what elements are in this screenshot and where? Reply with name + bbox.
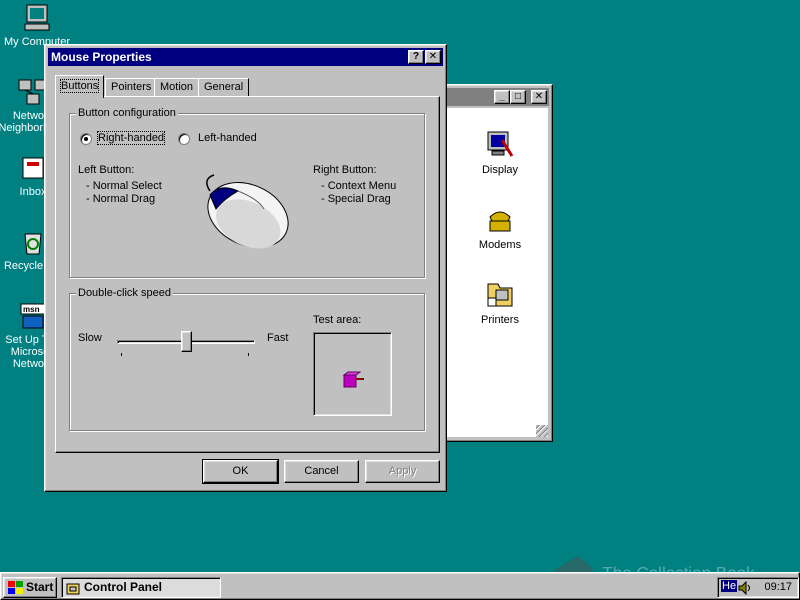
dialog-titlebar[interactable]: Mouse Properties ? ✕	[48, 48, 443, 66]
minimize-button[interactable]: _	[494, 90, 510, 104]
clock[interactable]: 09:17	[764, 581, 792, 593]
buttons-tab-panel: Button configuration Right-handed Left-h…	[55, 96, 440, 453]
taskbar-item-control-panel[interactable]: Control Panel	[61, 577, 221, 598]
right-button-title: Right Button:	[313, 164, 377, 176]
resize-grip[interactable]	[536, 425, 548, 437]
group-title: Double-click speed	[76, 287, 173, 299]
desktop-icon-my-computer[interactable]: My Computer	[2, 2, 72, 48]
double-click-speed-group: Double-click speed Slow Fast Test area:	[69, 287, 425, 431]
windows-logo-icon	[8, 581, 23, 594]
test-area-box[interactable]	[313, 332, 392, 416]
tab-label: Motion	[160, 81, 194, 93]
printers-icon	[487, 283, 513, 307]
display-icon	[487, 131, 514, 157]
slider-tick	[121, 353, 122, 356]
tab-label: General	[204, 81, 244, 93]
left-handed-label[interactable]: Left-handed	[198, 132, 257, 144]
help-button[interactable]: ?	[408, 50, 424, 64]
group-title: Button configuration	[76, 107, 178, 119]
input-language-indicator[interactable]: He	[721, 580, 738, 592]
control-panel-icon	[66, 583, 80, 595]
mouse-illustration-icon	[206, 174, 289, 249]
ok-button[interactable]: OK	[202, 459, 279, 484]
close-button[interactable]: ✕	[425, 50, 441, 64]
test-area-label: Test area:	[313, 314, 362, 326]
start-button[interactable]: Start	[3, 577, 57, 598]
task-label: Control Panel	[84, 580, 163, 594]
tab-buttons[interactable]: Buttons	[55, 75, 105, 98]
close-icon: ✕	[428, 51, 438, 62]
svg-text:msn: msn	[23, 305, 40, 314]
tab-pointers[interactable]: Pointers	[105, 78, 158, 97]
tab-label: Buttons	[59, 79, 100, 93]
mouse-properties-dialog[interactable]: Mouse Properties ? ✕ Buttons Pointers Mo…	[44, 44, 447, 492]
left-button-title: Left Button:	[78, 164, 135, 176]
tab-motion[interactable]: Motion	[154, 78, 200, 97]
apply-button[interactable]: Apply	[365, 460, 440, 483]
cp-item-label: Modems	[478, 239, 522, 251]
right-button-item: - Special Drag	[321, 193, 391, 205]
slow-label: Slow	[78, 332, 102, 344]
maximize-icon: □	[514, 91, 522, 102]
control-panel-content: Display Modems Printers	[445, 108, 548, 437]
left-handed-radio[interactable]	[178, 133, 190, 145]
tab-label: Pointers	[111, 81, 152, 93]
cp-item-display[interactable]: Display	[465, 128, 535, 176]
modems-icon	[489, 211, 511, 232]
fast-label: Fast	[267, 332, 289, 344]
cp-item-label: Display	[481, 164, 519, 176]
right-handed-radio[interactable]	[80, 133, 92, 145]
cp-item-printers[interactable]: Printers	[465, 278, 535, 326]
help-icon: ?	[412, 51, 420, 62]
right-handed-label[interactable]: Right-handed	[96, 131, 166, 145]
close-icon: ✕	[534, 91, 544, 102]
volume-icon[interactable]	[738, 581, 752, 595]
tab-general[interactable]: General	[198, 78, 250, 97]
button-configuration-group: Button configuration Right-handed Left-h…	[69, 107, 425, 278]
dialog-title: Mouse Properties	[51, 50, 152, 64]
my-computer-icon	[24, 4, 50, 31]
cp-item-label: Printers	[481, 314, 519, 326]
left-button-item: - Normal Drag	[86, 193, 156, 205]
minimize-icon: _	[499, 91, 505, 102]
system-tray: He 09:17	[717, 577, 799, 598]
right-button-item: - Context Menu	[321, 180, 397, 192]
close-button[interactable]: ✕	[531, 90, 547, 104]
cancel-button[interactable]: Cancel	[284, 460, 359, 483]
speed-slider-thumb[interactable]	[180, 331, 192, 352]
start-label: Start	[26, 580, 54, 594]
cp-item-modems[interactable]: Modems	[465, 203, 535, 251]
slider-tick	[248, 353, 249, 356]
taskbar: Start Control Panel He 09:17	[0, 572, 800, 600]
left-button-item: - Normal Select	[86, 180, 162, 192]
jack-in-the-box-icon	[342, 371, 364, 388]
maximize-button[interactable]: □	[510, 90, 526, 104]
